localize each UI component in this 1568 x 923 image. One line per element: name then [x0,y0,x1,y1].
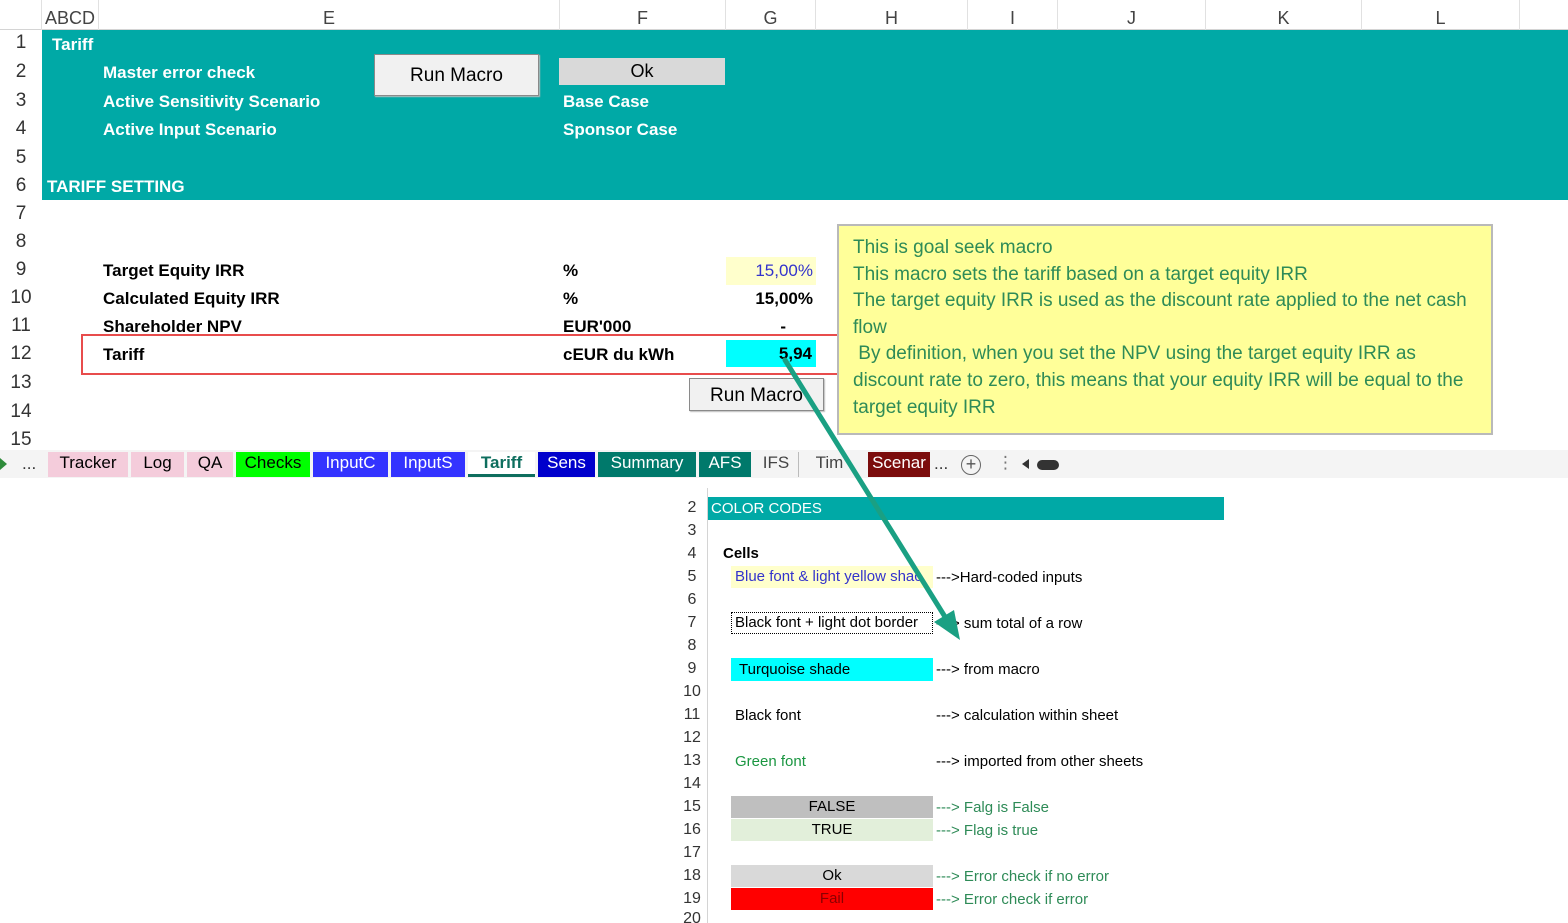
arrow-shaft [782,357,950,623]
arrow-head-icon [934,610,960,640]
annotation-arrow [782,357,960,640]
